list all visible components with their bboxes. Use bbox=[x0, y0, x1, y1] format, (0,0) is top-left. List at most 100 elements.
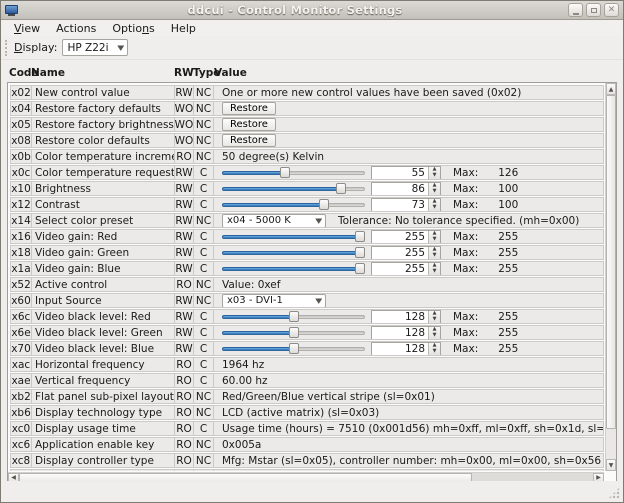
spinbox-down-icon[interactable]: ▼ bbox=[429, 173, 440, 179]
slider-thumb[interactable] bbox=[289, 343, 299, 354]
max-label: Max: bbox=[453, 263, 478, 275]
table-row-x60: x60 Input Source RW NC x03 - DVI-1▼ bbox=[10, 293, 604, 308]
row-code: xac bbox=[11, 358, 32, 371]
table-row-xb2: xb2 Flat panel sub-pixel layout RO NC Re… bbox=[10, 389, 604, 404]
slider-thumb[interactable] bbox=[319, 199, 329, 210]
row-code: x6c bbox=[11, 310, 32, 323]
value-spinbox[interactable]: 128▲▼ bbox=[371, 326, 441, 339]
menu-actions[interactable]: Actions bbox=[48, 21, 104, 36]
row-rw: RO bbox=[175, 470, 194, 471]
spinbox-down-icon[interactable]: ▼ bbox=[429, 189, 440, 195]
slider-thumb[interactable] bbox=[355, 247, 365, 258]
value-slider[interactable] bbox=[222, 326, 365, 339]
spinbox-buttons: ▲▼ bbox=[428, 311, 440, 323]
row-name: Video gain: Red bbox=[32, 230, 175, 243]
table-row-x18: x18 Video gain: Green RW C 255▲▼Max:255 bbox=[10, 245, 604, 260]
row-type: C bbox=[194, 198, 214, 211]
resize-grip[interactable] bbox=[608, 487, 620, 499]
row-value: 128▲▼Max:255 bbox=[214, 342, 603, 355]
toolbar-handle[interactable] bbox=[5, 40, 9, 56]
table-row-xac: xac Horizontal frequency RO C 1964 hz bbox=[10, 357, 604, 372]
value-text: Red/Green/Blue vertical stripe (sl=0x01) bbox=[222, 391, 435, 403]
value-combobox[interactable]: x04 - 5000 K▼ bbox=[222, 214, 326, 227]
table-row-x52: x52 Active control RO NC Value: 0xef bbox=[10, 277, 604, 292]
menu-view[interactable]: View bbox=[6, 21, 48, 36]
row-rw: RW bbox=[175, 230, 194, 243]
value-spinbox[interactable]: 86▲▼ bbox=[371, 182, 441, 195]
minimize-button[interactable] bbox=[568, 3, 583, 17]
slider-thumb[interactable] bbox=[289, 327, 299, 338]
row-rw: RW bbox=[175, 182, 194, 195]
value-slider[interactable] bbox=[222, 262, 365, 275]
row-value: Value: 0xef bbox=[214, 278, 603, 291]
row-name: New control value bbox=[32, 86, 175, 99]
row-value: Mfg: Mstar (sl=0x05), controller number:… bbox=[214, 454, 603, 467]
row-value: Red/Green/Blue vertical stripe (sl=0x01) bbox=[214, 390, 603, 403]
chevron-down-icon: ▼ bbox=[117, 44, 124, 52]
scroll-down-arrow-icon[interactable]: ▼ bbox=[606, 459, 616, 471]
row-code: xb2 bbox=[11, 390, 32, 403]
slider-thumb[interactable] bbox=[289, 311, 299, 322]
value-text: 0x005a bbox=[222, 439, 261, 451]
restore-button[interactable]: Restore bbox=[222, 134, 276, 147]
row-name: Video black level: Red bbox=[32, 310, 175, 323]
value-spinbox[interactable]: 55▲▼ bbox=[371, 166, 441, 179]
display-combobox[interactable]: HP Z22i ▼ bbox=[62, 39, 128, 56]
row-rw: WO bbox=[175, 118, 194, 131]
value-text: 1964 hz bbox=[222, 359, 264, 371]
spinbox-down-icon[interactable]: ▼ bbox=[429, 317, 440, 323]
row-type: C bbox=[194, 262, 214, 275]
value-spinbox[interactable]: 255▲▼ bbox=[371, 246, 441, 259]
row-value: 255▲▼Max:255 bbox=[214, 246, 603, 259]
menu-options[interactable]: Options bbox=[104, 21, 162, 36]
menu-help[interactable]: Help bbox=[163, 21, 204, 36]
vertical-scrollbar-thumb[interactable] bbox=[606, 95, 616, 429]
value-spinbox[interactable]: 255▲▼ bbox=[371, 262, 441, 275]
value-slider[interactable] bbox=[222, 166, 365, 179]
close-button[interactable]: ✕ bbox=[604, 3, 619, 17]
spinbox-buttons: ▲▼ bbox=[428, 263, 440, 275]
value-slider[interactable] bbox=[222, 310, 365, 323]
spinbox-down-icon[interactable]: ▼ bbox=[429, 333, 440, 339]
spinbox-down-icon[interactable]: ▼ bbox=[429, 269, 440, 275]
value-slider[interactable] bbox=[222, 246, 365, 259]
value-spinbox[interactable]: 128▲▼ bbox=[371, 310, 441, 323]
table-row-xc0: xc0 Display usage time RO C Usage time (… bbox=[10, 421, 604, 436]
spinbox-down-icon[interactable]: ▼ bbox=[429, 205, 440, 211]
restore-button[interactable]: Restore bbox=[222, 102, 276, 115]
row-name: Application enable key bbox=[32, 438, 175, 451]
spinbox-down-icon[interactable]: ▼ bbox=[429, 349, 440, 355]
table-row-x08: x08 Restore color defaults WO NC Restore bbox=[10, 133, 604, 148]
spinbox-down-icon[interactable]: ▼ bbox=[429, 237, 440, 243]
restore-button[interactable]: Restore bbox=[222, 118, 276, 131]
row-type: C bbox=[194, 326, 214, 339]
value-combobox[interactable]: x03 - DVI-1▼ bbox=[222, 294, 326, 307]
row-value: 128▲▼Max:255 bbox=[214, 326, 603, 339]
slider-thumb[interactable] bbox=[355, 263, 365, 274]
spinbox-down-icon[interactable]: ▼ bbox=[429, 253, 440, 259]
table-header: Code Name RW Type Value bbox=[7, 65, 617, 80]
maximize-button[interactable] bbox=[586, 3, 601, 17]
value-slider[interactable] bbox=[222, 198, 365, 211]
slider-thumb[interactable] bbox=[336, 183, 346, 194]
row-value: LCD (active matrix) (sl=0x03) bbox=[214, 406, 603, 419]
row-type: NC bbox=[194, 150, 214, 163]
value-slider[interactable] bbox=[222, 230, 365, 243]
row-value: Restore bbox=[214, 134, 603, 147]
value-spinbox[interactable]: 255▲▼ bbox=[371, 230, 441, 243]
slider-thumb[interactable] bbox=[280, 167, 290, 178]
value-slider[interactable] bbox=[222, 342, 365, 355]
vertical-scrollbar[interactable]: ▲ ▼ bbox=[605, 83, 616, 471]
row-code: x10 bbox=[11, 182, 32, 195]
slider-thumb[interactable] bbox=[355, 231, 365, 242]
value-spinbox[interactable]: 128▲▼ bbox=[371, 342, 441, 355]
row-type: C bbox=[194, 374, 214, 387]
value-spinbox[interactable]: 73▲▼ bbox=[371, 198, 441, 211]
slider-fill bbox=[222, 267, 360, 271]
value-slider[interactable] bbox=[222, 182, 365, 195]
row-value: Restore bbox=[214, 102, 603, 115]
scroll-up-arrow-icon[interactable]: ▲ bbox=[606, 83, 616, 95]
table-row-xb6: xb6 Display technology type RO NC LCD (a… bbox=[10, 405, 604, 420]
row-type: C bbox=[194, 166, 214, 179]
title-bar[interactable]: ddcui - Control Monitor Settings ✕ bbox=[1, 1, 623, 20]
